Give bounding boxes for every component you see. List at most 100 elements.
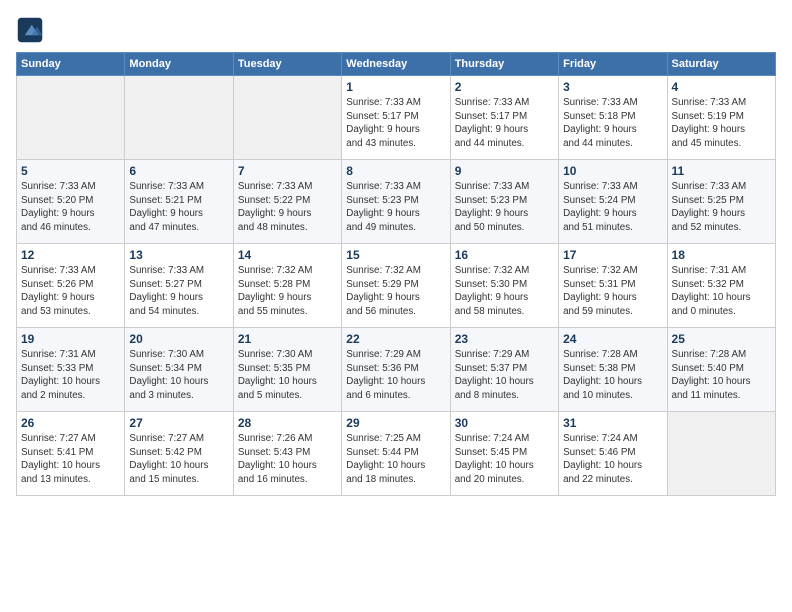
day-number: 6	[129, 164, 228, 178]
day-number: 12	[21, 248, 120, 262]
day-number: 26	[21, 416, 120, 430]
day-number: 16	[455, 248, 554, 262]
calendar-cell	[667, 412, 775, 496]
calendar-cell: 10 Sunrise: 7:33 AM Sunset: 5:24 PM Dayli…	[559, 160, 667, 244]
calendar-cell: 30 Sunrise: 7:24 AM Sunset: 5:45 PM Dayli…	[450, 412, 558, 496]
day-info: Sunrise: 7:24 AM Sunset: 5:45 PM Dayligh…	[455, 432, 554, 487]
day-number: 5	[21, 164, 120, 178]
calendar-cell: 22 Sunrise: 7:29 AM Sunset: 5:36 PM Dayli…	[342, 328, 450, 412]
day-info: Sunrise: 7:33 AM Sunset: 5:19 PM Dayligh…	[672, 96, 771, 151]
day-number: 27	[129, 416, 228, 430]
day-number: 17	[563, 248, 662, 262]
calendar-cell: 20 Sunrise: 7:30 AM Sunset: 5:34 PM Dayli…	[125, 328, 233, 412]
day-info: Sunrise: 7:27 AM Sunset: 5:41 PM Dayligh…	[21, 432, 120, 487]
day-info: Sunrise: 7:33 AM Sunset: 5:17 PM Dayligh…	[455, 96, 554, 151]
calendar-cell: 25Sunrise: 7:28 AM Sunset: 5:40 PM Dayli…	[667, 328, 775, 412]
day-info: Sunrise: 7:30 AM Sunset: 5:34 PM Dayligh…	[129, 348, 228, 403]
weekday-header: Friday	[559, 53, 667, 76]
day-info: Sunrise: 7:31 AM Sunset: 5:33 PM Dayligh…	[21, 348, 120, 403]
calendar-cell: 7 Sunrise: 7:33 AM Sunset: 5:22 PM Daylig…	[233, 160, 341, 244]
day-info: Sunrise: 7:32 AM Sunset: 5:29 PM Dayligh…	[346, 264, 445, 319]
day-number: 22	[346, 332, 445, 346]
day-number: 18	[672, 248, 771, 262]
day-info: Sunrise: 7:29 AM Sunset: 5:36 PM Dayligh…	[346, 348, 445, 403]
day-number: 10	[563, 164, 662, 178]
day-info: Sunrise: 7:33 AM Sunset: 5:22 PM Dayligh…	[238, 180, 337, 235]
day-number: 25	[672, 332, 771, 346]
day-number: 21	[238, 332, 337, 346]
calendar-cell: 26 Sunrise: 7:27 AM Sunset: 5:41 PM Dayli…	[17, 412, 125, 496]
calendar-cell: 19 Sunrise: 7:31 AM Sunset: 5:33 PM Dayli…	[17, 328, 125, 412]
weekday-header: Monday	[125, 53, 233, 76]
day-number: 29	[346, 416, 445, 430]
day-info: Sunrise: 7:32 AM Sunset: 5:30 PM Dayligh…	[455, 264, 554, 319]
calendar-cell: 1Sunrise: 7:33 AM Sunset: 5:17 PM Daylig…	[342, 76, 450, 160]
calendar-cell: 15 Sunrise: 7:32 AM Sunset: 5:29 PM Dayli…	[342, 244, 450, 328]
day-info: Sunrise: 7:28 AM Sunset: 5:38 PM Dayligh…	[563, 348, 662, 403]
day-number: 28	[238, 416, 337, 430]
day-number: 14	[238, 248, 337, 262]
calendar-cell: 18 Sunrise: 7:31 AM Sunset: 5:32 PM Dayli…	[667, 244, 775, 328]
day-number: 30	[455, 416, 554, 430]
calendar-cell: 4 Sunrise: 7:33 AM Sunset: 5:19 PM Daylig…	[667, 76, 775, 160]
day-number: 2	[455, 80, 554, 94]
page-header	[16, 16, 776, 44]
calendar-cell: 17Sunrise: 7:32 AM Sunset: 5:31 PM Dayli…	[559, 244, 667, 328]
calendar-cell: 24 Sunrise: 7:28 AM Sunset: 5:38 PM Dayli…	[559, 328, 667, 412]
day-number: 11	[672, 164, 771, 178]
calendar-cell: 3Sunrise: 7:33 AM Sunset: 5:18 PM Daylig…	[559, 76, 667, 160]
calendar-cell: 2 Sunrise: 7:33 AM Sunset: 5:17 PM Daylig…	[450, 76, 558, 160]
calendar-cell: 11 Sunrise: 7:33 AM Sunset: 5:25 PM Dayli…	[667, 160, 775, 244]
calendar-week-row: 5 Sunrise: 7:33 AM Sunset: 5:20 PM Daylig…	[17, 160, 776, 244]
day-info: Sunrise: 7:25 AM Sunset: 5:44 PM Dayligh…	[346, 432, 445, 487]
calendar-cell: 31 Sunrise: 7:24 AM Sunset: 5:46 PM Dayli…	[559, 412, 667, 496]
weekday-header: Thursday	[450, 53, 558, 76]
calendar-cell	[125, 76, 233, 160]
calendar-week-row: 12 Sunrise: 7:33 AM Sunset: 5:26 PM Dayli…	[17, 244, 776, 328]
day-number: 24	[563, 332, 662, 346]
day-info: Sunrise: 7:30 AM Sunset: 5:35 PM Dayligh…	[238, 348, 337, 403]
day-number: 4	[672, 80, 771, 94]
day-info: Sunrise: 7:33 AM Sunset: 5:24 PM Dayligh…	[563, 180, 662, 235]
day-info: Sunrise: 7:29 AM Sunset: 5:37 PM Dayligh…	[455, 348, 554, 403]
day-info: Sunrise: 7:33 AM Sunset: 5:27 PM Dayligh…	[129, 264, 228, 319]
day-info: Sunrise: 7:31 AM Sunset: 5:32 PM Dayligh…	[672, 264, 771, 319]
day-number: 31	[563, 416, 662, 430]
day-info: Sunrise: 7:33 AM Sunset: 5:18 PM Dayligh…	[563, 96, 662, 151]
day-info: Sunrise: 7:27 AM Sunset: 5:42 PM Dayligh…	[129, 432, 228, 487]
day-number: 13	[129, 248, 228, 262]
calendar-cell: 9Sunrise: 7:33 AM Sunset: 5:23 PM Daylig…	[450, 160, 558, 244]
day-info: Sunrise: 7:33 AM Sunset: 5:21 PM Dayligh…	[129, 180, 228, 235]
day-info: Sunrise: 7:24 AM Sunset: 5:46 PM Dayligh…	[563, 432, 662, 487]
day-number: 8	[346, 164, 445, 178]
day-info: Sunrise: 7:33 AM Sunset: 5:20 PM Dayligh…	[21, 180, 120, 235]
day-info: Sunrise: 7:33 AM Sunset: 5:23 PM Dayligh…	[346, 180, 445, 235]
day-number: 19	[21, 332, 120, 346]
day-info: Sunrise: 7:33 AM Sunset: 5:26 PM Dayligh…	[21, 264, 120, 319]
calendar-cell: 23 Sunrise: 7:29 AM Sunset: 5:37 PM Dayli…	[450, 328, 558, 412]
calendar-cell: 27 Sunrise: 7:27 AM Sunset: 5:42 PM Dayli…	[125, 412, 233, 496]
weekday-header: Wednesday	[342, 53, 450, 76]
day-number: 9	[455, 164, 554, 178]
day-number: 20	[129, 332, 228, 346]
day-number: 1	[346, 80, 445, 94]
day-number: 23	[455, 332, 554, 346]
day-info: Sunrise: 7:32 AM Sunset: 5:28 PM Dayligh…	[238, 264, 337, 319]
calendar-cell: 14 Sunrise: 7:32 AM Sunset: 5:28 PM Dayli…	[233, 244, 341, 328]
weekday-header: Sunday	[17, 53, 125, 76]
logo	[16, 16, 48, 44]
calendar-cell: 28 Sunrise: 7:26 AM Sunset: 5:43 PM Dayli…	[233, 412, 341, 496]
calendar-cell: 6 Sunrise: 7:33 AM Sunset: 5:21 PM Daylig…	[125, 160, 233, 244]
weekday-header-row: SundayMondayTuesdayWednesdayThursdayFrid…	[17, 53, 776, 76]
calendar-cell	[233, 76, 341, 160]
day-info: Sunrise: 7:26 AM Sunset: 5:43 PM Dayligh…	[238, 432, 337, 487]
calendar-cell: 12 Sunrise: 7:33 AM Sunset: 5:26 PM Dayli…	[17, 244, 125, 328]
day-number: 15	[346, 248, 445, 262]
calendar-week-row: 1 Sunrise: 7:33 AM Sunset: 5:17 PM Daylig…	[17, 76, 776, 160]
day-info: Sunrise: 7:33 AM Sunset: 5:25 PM Dayligh…	[672, 180, 771, 235]
calendar-cell: 13 Sunrise: 7:33 AM Sunset: 5:27 PM Dayli…	[125, 244, 233, 328]
calendar: SundayMondayTuesdayWednesdayThursdayFrid…	[16, 52, 776, 496]
day-number: 7	[238, 164, 337, 178]
calendar-week-row: 26 Sunrise: 7:27 AM Sunset: 5:41 PM Dayli…	[17, 412, 776, 496]
calendar-cell: 8 Sunrise: 7:33 AM Sunset: 5:23 PM Daylig…	[342, 160, 450, 244]
